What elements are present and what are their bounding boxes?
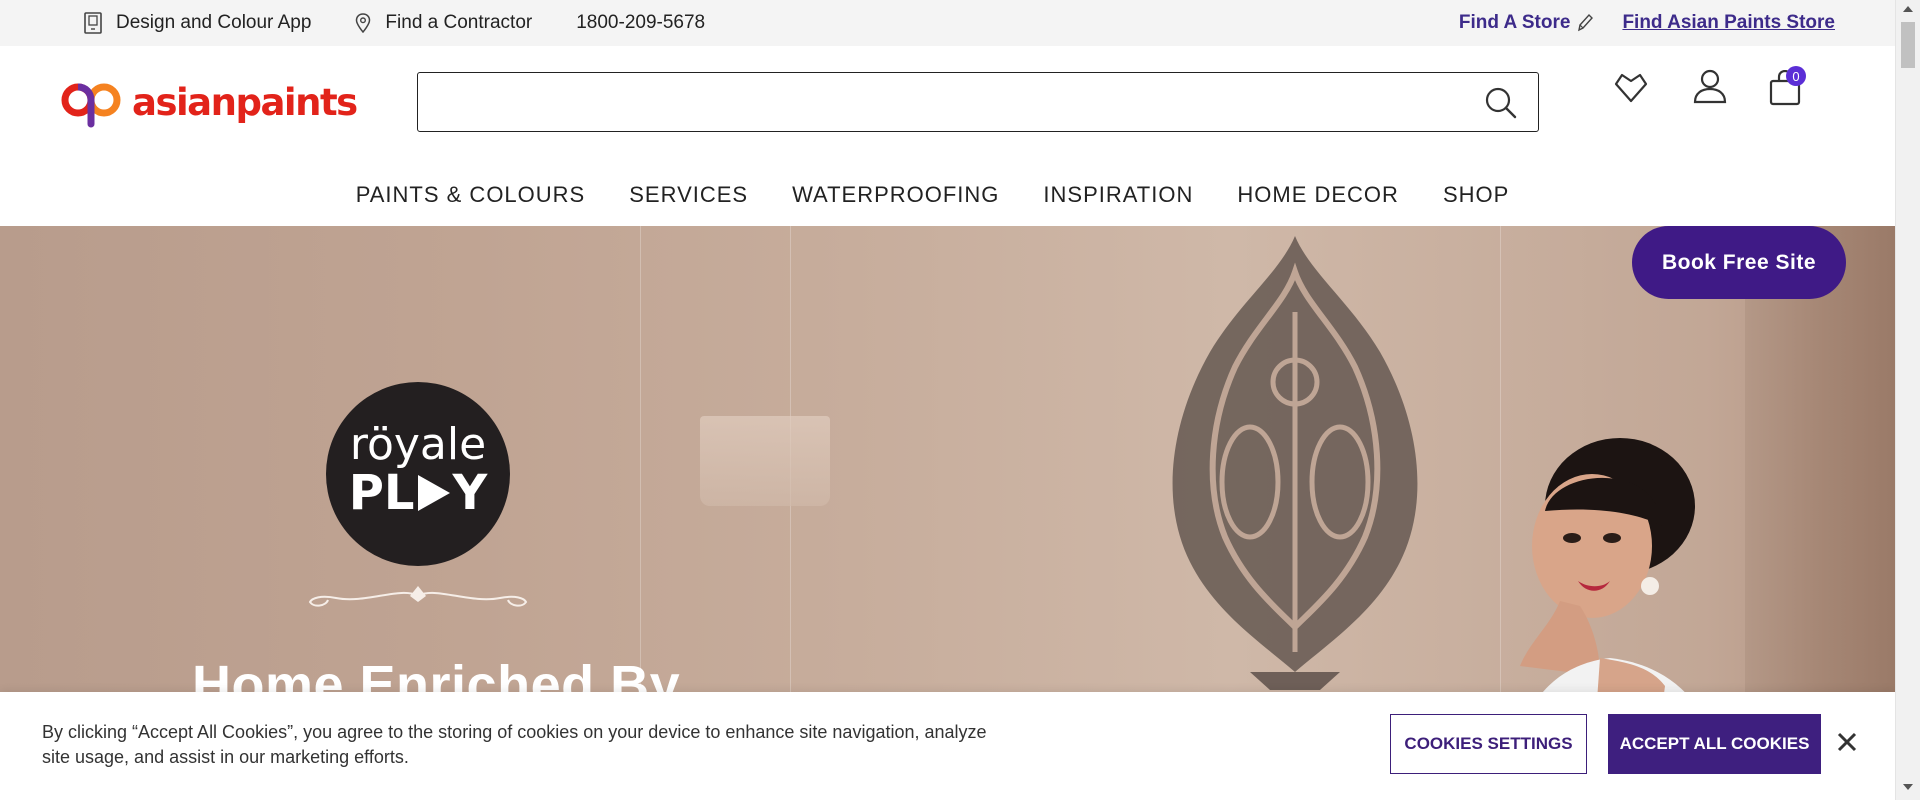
- accept-all-cookies-button[interactable]: ACCEPT ALL COOKIES: [1608, 714, 1821, 774]
- main-nav: PAINTS & COLOURS SERVICES WATERPROOFING …: [0, 170, 1895, 220]
- find-contractor-link[interactable]: Find a Contractor: [355, 12, 532, 34]
- paisley-stencil-motif-image: [1172, 236, 1418, 690]
- play-triangle-icon: [417, 475, 450, 511]
- wall-lamp-image: [700, 416, 830, 506]
- book-free-site-button[interactable]: Book Free Site: [1632, 226, 1846, 299]
- royale-logo-top-text: röyale: [349, 419, 487, 470]
- close-icon[interactable]: [1835, 730, 1859, 754]
- asianpaints-logo[interactable]: asianpaints: [60, 76, 358, 128]
- asianpaints-logo-mark: [61, 83, 121, 128]
- phone-number[interactable]: 1800-209-5678: [576, 12, 705, 34]
- header: asianpaints 0 PAINTS & COLOURS SERVICES: [0, 46, 1895, 226]
- scroll-up-arrow-icon[interactable]: [1903, 6, 1913, 12]
- logo-text: asianpaints: [132, 80, 358, 124]
- design-colour-app-link[interactable]: Design and Colour App: [84, 12, 311, 34]
- cookie-banner: By clicking “Accept All Cookies”, you ag…: [0, 692, 1895, 800]
- decorative-flourish: [308, 586, 528, 607]
- pencil-icon: [1578, 13, 1594, 32]
- nav-paints-colours[interactable]: PAINTS & COLOURS: [356, 182, 586, 208]
- wishlist-heart-icon[interactable]: [1612, 70, 1650, 104]
- find-contractor-label: Find a Contractor: [385, 12, 533, 33]
- find-a-store-link[interactable]: Find A Store: [1459, 12, 1595, 34]
- search-input[interactable]: [418, 73, 1490, 129]
- nav-list: PAINTS & COLOURS SERVICES WATERPROOFING …: [334, 182, 1532, 208]
- nav-waterproofing[interactable]: WATERPROOFING: [792, 182, 999, 208]
- user-profile-icon[interactable]: [1692, 68, 1728, 104]
- nav-services[interactable]: SERVICES: [629, 182, 748, 208]
- scroll-down-arrow-icon[interactable]: [1903, 784, 1913, 790]
- royale-play-logo: röyale PL Y: [326, 382, 510, 566]
- search-box: [417, 72, 1539, 132]
- phone-number-label: 1800-209-5678: [576, 12, 706, 33]
- royale-logo-bottom-right: Y: [452, 465, 488, 521]
- royale-logo-bottom: PL Y: [349, 467, 488, 519]
- find-asian-paints-store-link[interactable]: Find Asian Paints Store: [1622, 12, 1835, 34]
- utility-bar: Design and Colour App Find a Contractor …: [0, 0, 1895, 46]
- mobile-app-icon: [84, 12, 102, 34]
- location-pin-icon: [356, 13, 371, 33]
- nav-inspiration[interactable]: INSPIRATION: [1043, 182, 1193, 208]
- cookies-settings-button[interactable]: COOKIES SETTINGS: [1390, 714, 1587, 774]
- nav-home-decor[interactable]: HOME DECOR: [1237, 182, 1399, 208]
- utility-left: Design and Colour App Find a Contractor …: [84, 0, 749, 46]
- find-a-store-label: Find A Store: [1458, 12, 1571, 33]
- nav-shop[interactable]: SHOP: [1443, 182, 1509, 208]
- royale-logo-bottom-left: PL: [348, 465, 415, 521]
- page-scrollbar[interactable]: [1895, 0, 1920, 800]
- utility-right: Find A Store Find Asian Paints Store: [1459, 0, 1835, 46]
- design-colour-app-label: Design and Colour App: [116, 12, 312, 33]
- page: Design and Colour App Find a Contractor …: [0, 0, 1895, 800]
- search-icon[interactable]: [1484, 86, 1518, 120]
- cart-count-badge: 0: [1786, 66, 1806, 86]
- scrollbar-thumb[interactable]: [1901, 22, 1915, 68]
- cookie-banner-text: By clicking “Accept All Cookies”, you ag…: [42, 722, 987, 767]
